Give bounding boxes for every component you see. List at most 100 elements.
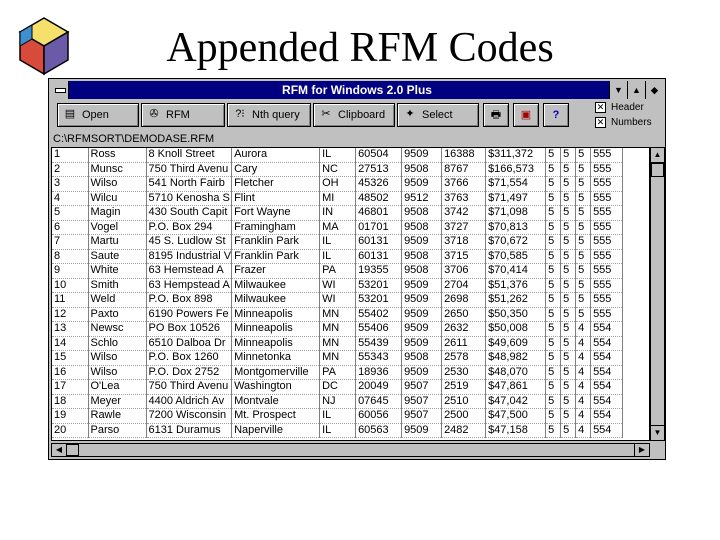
table-cell[interactable]: 750 Third Avenu xyxy=(146,162,233,177)
table-cell[interactable]: 3763 xyxy=(441,191,487,206)
table-cell[interactable]: Aurora xyxy=(231,148,321,163)
table-cell[interactable]: 5 xyxy=(545,234,562,250)
table-cell[interactable]: P.O. Box 294 xyxy=(146,220,233,235)
table-cell[interactable]: 2510 xyxy=(441,394,487,409)
table-cell[interactable]: 5 xyxy=(560,379,577,395)
table-cell[interactable]: $51,262 xyxy=(485,292,547,308)
table-row[interactable]: 8 Saute 8195 Industrial V Franklin Park IL 60… xyxy=(52,249,624,264)
table-cell[interactable]: 20049 xyxy=(355,379,403,395)
table-cell[interactable]: 5 xyxy=(545,278,562,293)
table-row[interactable]: 9 White 63 Hemstead A Frazer PA 19355 9508 3706… xyxy=(52,263,624,279)
table-cell[interactable]: 9508 xyxy=(401,350,443,366)
table-cell[interactable]: DC xyxy=(319,379,357,395)
table-cell[interactable]: $70,813 xyxy=(485,220,547,235)
table-cell[interactable]: 5 xyxy=(575,292,592,308)
table-cell[interactable]: 53201 xyxy=(355,292,403,308)
table-row[interactable]: 15 Wilso P.O. Box 1260 Minnetonka MN 55343 950… xyxy=(52,350,624,366)
table-cell[interactable]: IL xyxy=(319,249,357,264)
table-cell[interactable]: 9509 xyxy=(401,365,443,380)
table-cell[interactable]: 5 xyxy=(545,162,562,177)
table-cell[interactable]: 5 xyxy=(560,321,577,337)
table-cell[interactable]: 2482 xyxy=(441,423,487,438)
table-cell[interactable]: PA xyxy=(319,263,357,279)
table-cell[interactable]: $71,554 xyxy=(485,176,547,192)
table-cell[interactable]: 4 xyxy=(575,423,592,438)
table-cell[interactable]: $71,098 xyxy=(485,205,547,221)
table-cell[interactable]: IL xyxy=(319,423,357,438)
table-cell[interactable]: 4 xyxy=(575,379,592,395)
table-cell[interactable]: $311,372 xyxy=(485,148,547,163)
table-cell[interactable]: 4 xyxy=(52,191,89,206)
table-cell[interactable]: $50,008 xyxy=(485,321,547,337)
table-cell[interactable]: Washington xyxy=(231,379,321,395)
table-cell[interactable]: 555 xyxy=(590,292,624,308)
table-cell[interactable]: Wilcu xyxy=(88,191,147,206)
table-cell[interactable]: 10 xyxy=(52,278,89,293)
table-cell[interactable]: 5 xyxy=(545,365,562,380)
table-cell[interactable]: 430 South Capit xyxy=(146,205,233,221)
table-row[interactable]: 12 Paxto 6190 Powers Fe Minneapolis MN 55402 9… xyxy=(52,307,624,322)
table-cell[interactable]: 5 xyxy=(545,176,562,192)
table-cell[interactable]: 9509 xyxy=(401,307,443,322)
table-cell[interactable]: 9507 xyxy=(401,379,443,395)
table-cell[interactable]: IL xyxy=(319,148,357,163)
table-cell[interactable]: Parso xyxy=(88,423,147,438)
table-cell[interactable]: 555 xyxy=(590,307,624,322)
table-cell[interactable]: 555 xyxy=(590,205,624,221)
table-cell[interactable]: 5 xyxy=(560,350,577,366)
table-cell[interactable]: 5 xyxy=(575,191,592,206)
table-cell[interactable]: 555 xyxy=(590,249,624,264)
table-cell[interactable]: 5 xyxy=(560,148,577,163)
table-cell[interactable]: Rawle xyxy=(88,408,147,424)
vertical-scrollbar[interactable]: ▲ ▼ xyxy=(650,147,665,441)
table-cell[interactable]: 9509 xyxy=(401,278,443,293)
table-cell[interactable]: MN xyxy=(319,350,357,366)
table-cell[interactable]: 555 xyxy=(590,176,624,192)
table-row[interactable]: 7 Martu 45 S. Ludlow St Franklin Park IL 6013… xyxy=(52,234,624,250)
minimize-button[interactable]: ▼ xyxy=(609,81,627,99)
table-row[interactable]: 3 Wilso 541 North Fairb Fletcher OH 45326 9509… xyxy=(52,176,624,192)
table-cell[interactable]: $166,573 xyxy=(485,162,547,177)
table-cell[interactable]: 5 xyxy=(545,191,562,206)
table-cell[interactable]: IL xyxy=(319,408,357,424)
table-cell[interactable]: 5 xyxy=(560,307,577,322)
table-cell[interactable]: Milwaukee xyxy=(231,278,321,293)
table-cell[interactable]: 3727 xyxy=(441,220,487,235)
table-cell[interactable]: 5 xyxy=(545,336,562,351)
table-cell[interactable]: $47,500 xyxy=(485,408,547,424)
table-cell[interactable]: 5 xyxy=(560,234,577,250)
table-cell[interactable]: Montgomerville xyxy=(231,365,321,380)
table-cell[interactable]: Martu xyxy=(88,234,147,250)
table-cell[interactable]: 7 xyxy=(52,234,89,250)
scroll-right-icon[interactable]: ▶ xyxy=(634,444,649,456)
table-cell[interactable]: 4400 Aldrich Av xyxy=(146,394,233,409)
table-cell[interactable]: $48,070 xyxy=(485,365,547,380)
table-cell[interactable]: P.O. Dox 2752 xyxy=(146,365,233,380)
table-cell[interactable]: 18 xyxy=(52,394,89,409)
table-cell[interactable]: Minneapolis xyxy=(231,307,321,322)
table-cell[interactable]: Vogel xyxy=(88,220,147,235)
table-cell[interactable]: 5 xyxy=(545,408,562,424)
table-cell[interactable]: 2500 xyxy=(441,408,487,424)
table-cell[interactable]: 5 xyxy=(575,307,592,322)
clipboard-button[interactable]: ✂ Clipboard xyxy=(313,103,395,127)
table-row[interactable]: 11 Weld P.O. Box 898 Milwaukee WI 53201 9509 26… xyxy=(52,292,624,308)
table-cell[interactable]: 2578 xyxy=(441,350,487,366)
table-cell[interactable]: 4 xyxy=(575,365,592,380)
table-cell[interactable]: 13 xyxy=(52,321,89,337)
table-cell[interactable]: 55343 xyxy=(355,350,403,366)
table-cell[interactable]: Minnetonka xyxy=(231,350,321,366)
table-cell[interactable]: 12 xyxy=(52,307,89,322)
table-cell[interactable]: 3766 xyxy=(441,176,487,192)
table-cell[interactable]: 55406 xyxy=(355,321,403,337)
table-cell[interactable]: OH xyxy=(319,176,357,192)
table-cell[interactable]: 9509 xyxy=(401,176,443,192)
table-cell[interactable]: 55439 xyxy=(355,336,403,351)
table-cell[interactable]: MI xyxy=(319,191,357,206)
table-row[interactable]: 18 Meyer 4400 Aldrich Av Montvale NJ 07645 950… xyxy=(52,394,624,409)
table-cell[interactable]: 3715 xyxy=(441,249,487,264)
table-cell[interactable]: 5 xyxy=(560,205,577,221)
table-cell[interactable]: 5 xyxy=(575,162,592,177)
nth-query-button[interactable]: ?⁝ Nth query xyxy=(227,103,311,127)
table-cell[interactable]: 2650 xyxy=(441,307,487,322)
